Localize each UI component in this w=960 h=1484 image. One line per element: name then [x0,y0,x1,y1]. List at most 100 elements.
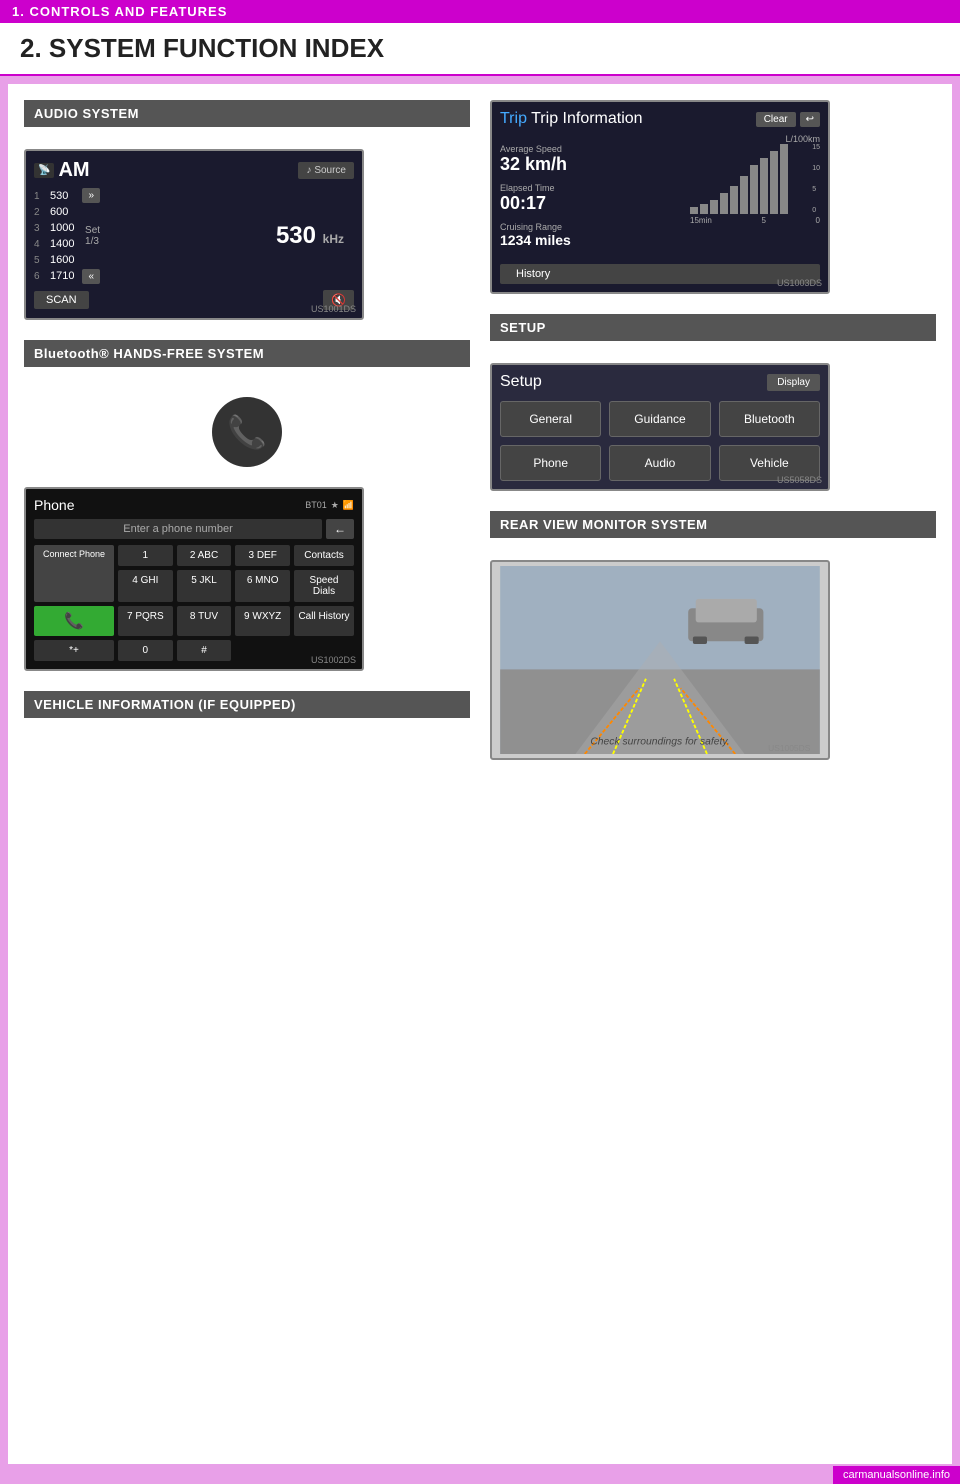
trip-screen: Trip Trip Information Clear ↩ L/100km Av… [490,100,830,294]
connect-phone-button[interactable]: Connect Phone [34,545,114,602]
rear-view-section: REAR VIEW MONITOR SYSTEM [490,511,936,760]
phone-icon-circle: 📞 [212,397,282,467]
key-7[interactable]: 7 PQRS [118,606,173,636]
keypad-grid: Connect Phone 1 2 ABC 3 DEF Contacts 4 G… [34,545,354,661]
bar-6 [740,176,748,215]
history-button[interactable]: History [500,264,820,284]
forward-button[interactable]: » [82,188,100,203]
phone-icon: 📞 [227,413,267,451]
elapsed-time-label: Elapsed Time [500,183,682,193]
bar-3 [710,200,718,214]
phone-status: BT01 ★ 📶 [305,500,354,511]
top-bar: 1. CONTROLS AND FEATURES [0,0,960,23]
svg-text:US1005DS: US1005DS [768,743,811,753]
phone-backspace-button[interactable]: ← [326,519,354,539]
vehicle-info-header: VEHICLE INFORMATION (IF EQUIPPED) [24,691,470,718]
trip-left: Average Speed 32 km/h Elapsed Time 00:17… [500,144,682,256]
trip-elapsed-time: Elapsed Time 00:17 [500,183,682,214]
frequency-display: 530 kHz [108,188,354,284]
rear-view-screen: Check surroundings for safety. US1005DS [490,560,830,760]
cruising-range-label: Cruising Range [500,222,682,232]
phone-title: Phone [34,497,74,513]
key-3[interactable]: 3 DEF [235,545,290,566]
key-2[interactable]: 2 ABC [177,545,232,566]
avg-speed-value: 32 km/h [500,154,682,175]
bar-8 [760,158,768,214]
audio-button[interactable]: Audio [609,445,710,481]
footer-bar: carmanualsonline.info [833,1466,960,1484]
set-label: Set [85,225,100,236]
trip-unit: L/100km [500,134,820,144]
trip-avg-speed: Average Speed 32 km/h [500,144,682,175]
phone-input-display[interactable]: Enter a phone number [34,519,322,539]
guidance-button[interactable]: Guidance [609,401,710,437]
set-page: 1/3 [85,236,100,247]
audio-main-row: 1 530 2 600 3 1000 [34,188,354,284]
trip-back-button[interactable]: ↩ [800,112,820,127]
preset-item-4[interactable]: 4 1400 [34,236,74,252]
vehicle-info-placeholder [24,728,470,788]
trip-title: Trip Trip Information [500,110,643,128]
bar-1 [690,207,698,214]
trip-chart [690,144,820,214]
speed-dials-button[interactable]: Speed Dials [294,570,354,602]
svg-text:Check surroundings for safety.: Check surroundings for safety. [590,737,729,748]
preset-item-6[interactable]: 6 1710 [34,268,74,284]
rear-view-header: REAR VIEW MONITOR SYSTEM [490,511,936,538]
audio-system-header: AUDIO SYSTEM [24,100,470,127]
bluetooth-button[interactable]: Bluetooth [719,401,820,437]
key-hash[interactable]: # [177,640,232,661]
key-0[interactable]: 0 [118,640,173,661]
key-5[interactable]: 5 JKL [177,570,232,602]
source-label: Source [314,165,346,176]
key-8[interactable]: 8 TUV [177,606,232,636]
antenna-icon: 📡 [34,163,54,178]
key-9[interactable]: 9 WXYZ [235,606,290,636]
trip-info-section: Trip Trip Information Clear ↩ L/100km Av… [490,100,936,294]
preset-controls: » Set 1/3 « [82,188,100,284]
top-bar-label: 1. CONTROLS AND FEATURES [12,4,227,19]
trip-cruising-range: Cruising Range 1234 miles [500,222,682,248]
frequency-unit: kHz [323,232,344,246]
back-button[interactable]: « [82,269,100,284]
setup-grid: General Guidance Bluetooth Phone Audio V… [500,401,820,481]
preset-item-3[interactable]: 3 1000 [34,220,74,236]
setup-display-button[interactable]: Display [767,374,820,391]
am-text: AM [58,159,89,182]
key-6[interactable]: 6 MNO [235,570,290,602]
frequency-value: 530 kHz [108,222,344,250]
setup-title: Setup [500,373,542,391]
preset-list: 1 530 2 600 3 1000 [34,188,74,284]
trip-data: Average Speed 32 km/h Elapsed Time 00:17… [500,144,820,256]
contacts-button[interactable]: Contacts [294,545,354,566]
key-4[interactable]: 4 GHI [118,570,173,602]
scan-button[interactable]: SCAN [34,291,89,309]
phone-screen-id: US1002DS [311,655,356,665]
preset-item-5[interactable]: 5 1600 [34,252,74,268]
preset-item-2[interactable]: 2 600 [34,204,74,220]
audio-screen: 📡 AM ♪ Source 1 530 [24,149,364,320]
trip-buttons: Clear ↩ [756,112,820,127]
chart-x-labels: 15min 5 0 [690,216,820,225]
trip-screen-header: Trip Trip Information Clear ↩ [500,110,820,128]
key-1[interactable]: 1 [118,545,173,566]
phone-button[interactable]: Phone [500,445,601,481]
avg-speed-label: Average Speed [500,144,682,154]
source-button[interactable]: ♪ Source [298,162,354,179]
right-column: Trip Trip Information Clear ↩ L/100km Av… [490,100,936,808]
vehicle-info-section: VEHICLE INFORMATION (IF EQUIPPED) [24,691,470,788]
setup-screen: Setup Display General Guidance Bluetooth… [490,363,830,491]
phone-screen: Phone BT01 ★ 📶 Enter a phone number ← Co… [24,487,364,671]
phone-screen-header: Phone BT01 ★ 📶 [34,497,354,513]
call-history-button[interactable]: Call History [294,606,354,636]
general-button[interactable]: General [500,401,601,437]
preset-item-1[interactable]: 1 530 [34,188,74,204]
trip-clear-button[interactable]: Clear [756,112,796,127]
bar-9 [770,151,778,214]
am-label-group: 📡 AM [34,159,90,182]
key-star[interactable]: *+ [34,640,114,661]
left-column: AUDIO SYSTEM 📡 AM ♪ Source [24,100,470,808]
bar-10 [780,144,788,214]
call-button[interactable]: 📞 [34,606,114,636]
setup-header: SETUP [490,314,936,341]
